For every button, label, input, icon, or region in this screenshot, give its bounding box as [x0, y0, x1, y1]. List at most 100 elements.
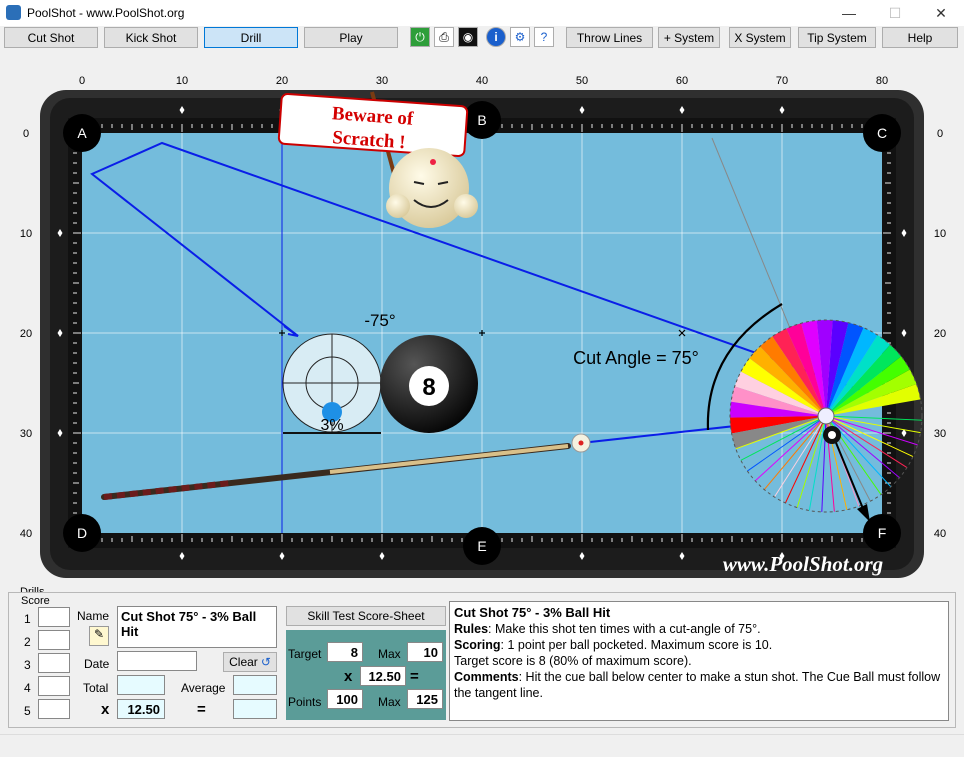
y-axis-ruler-right: 0 10 20 30 40 — [934, 128, 946, 540]
score-input-1[interactable] — [38, 607, 70, 627]
equals-symbol-2: = — [410, 668, 419, 685]
y-tick-label: 30 — [934, 428, 946, 440]
info-icon[interactable]: i — [486, 27, 506, 47]
y-tick-label: 0 — [937, 128, 943, 140]
y-tick-label: 30 — [20, 428, 32, 440]
date-field[interactable] — [117, 651, 197, 671]
play-button[interactable]: Play — [304, 27, 398, 48]
score-row-label-1: 1 — [24, 612, 31, 626]
plus-system-button[interactable]: + System — [658, 27, 720, 48]
multiply-symbol: x — [101, 701, 110, 718]
eight-ball-number: 8 — [422, 374, 435, 401]
points-label: Points — [288, 695, 322, 709]
multiplier-field-2[interactable]: 12.50 — [360, 666, 406, 686]
throw-lines-button[interactable]: Throw Lines — [566, 27, 653, 48]
score-input-3[interactable] — [38, 653, 70, 673]
y-tick-label: 10 — [934, 228, 946, 240]
score-row-label-3: 3 — [24, 658, 31, 672]
description-scoring: Scoring: 1 point per ball pocketed. Maxi… — [454, 638, 773, 652]
x-tick-label: 50 — [576, 75, 588, 87]
score-row-label-2: 2 — [24, 635, 31, 649]
multiply-symbol-2: x — [344, 668, 353, 685]
pocket-label: A — [77, 125, 87, 141]
window-title: PoolShot - www.PoolShot.org — [27, 6, 185, 20]
minimize-button[interactable]: — — [826, 0, 872, 26]
date-label: Date — [84, 657, 110, 671]
gear-icon[interactable]: ⚙ — [510, 27, 530, 47]
kick-shot-button[interactable]: Kick Shot — [104, 27, 198, 48]
clear-label: Clear — [229, 655, 258, 669]
y-axis-ruler-left: 0 10 20 30 40 — [20, 128, 32, 540]
y-tick-label: 0 — [23, 128, 29, 140]
x-tick-label: 70 — [776, 75, 788, 87]
description-rules: Rules: Make this shot ten times with a c… — [454, 622, 761, 636]
tip-system-button[interactable]: Tip System — [798, 27, 876, 48]
toolbar: Cut Shot Kick Shot Drill Play ⏻ ⎙ ◉ i ⚙ … — [0, 26, 964, 52]
total-field — [117, 675, 165, 695]
max-field[interactable]: 10 — [407, 642, 443, 662]
target-field[interactable]: 8 — [327, 642, 363, 662]
x-tick-label: 10 — [176, 75, 188, 87]
score-input-2[interactable] — [38, 630, 70, 650]
x-tick-label: 20 — [276, 75, 288, 87]
app-icon — [6, 5, 21, 20]
x-tick-label: 0 — [79, 75, 85, 87]
points-field[interactable]: 100 — [327, 689, 363, 709]
description-title: Cut Shot 75° - 3% Ball Hit — [454, 605, 611, 620]
x-system-button[interactable]: X System — [729, 27, 791, 48]
title-bar: PoolShot - www.PoolShot.org — ☐ ✕ — [0, 0, 964, 27]
pool-table[interactable]: 0 10 20 30 40 50 60 70 80 0 10 20 30 40 0 10 20 30 40 A B… — [0, 52, 964, 590]
drill-button[interactable]: Drill — [204, 27, 298, 48]
score-label: Score — [21, 595, 50, 607]
multiplier-field: 12.50 — [117, 699, 165, 719]
clear-button[interactable]: Clear ↺ — [223, 652, 277, 672]
average-label: Average — [181, 681, 226, 695]
help-button[interactable]: Help — [882, 27, 958, 48]
watermark: www.PoolShot.org — [723, 552, 883, 576]
equals-symbol: = — [197, 701, 206, 718]
notepad-icon[interactable]: ✎ — [89, 626, 109, 646]
x-tick-label: 40 — [476, 75, 488, 87]
x-tick-label: 80 — [876, 75, 888, 87]
description-comments: Comments: Hit the cue ball below center … — [454, 670, 941, 700]
target-panel: Target 8 Max 10 x 12.50 = Points 100 Max… — [286, 630, 446, 720]
result-field — [233, 699, 277, 719]
max-label: Max — [378, 647, 401, 661]
x-tick-label: 30 — [376, 75, 388, 87]
printer-icon[interactable]: ⎙ — [434, 27, 454, 47]
pocket-label: F — [878, 525, 887, 541]
target-label: Target — [288, 647, 322, 661]
x-tick-label: 60 — [676, 75, 688, 87]
name-label: Name — [77, 609, 110, 623]
max2-field[interactable]: 125 — [407, 689, 443, 709]
score-row-label-5: 5 — [24, 704, 31, 718]
y-tick-label: 20 — [20, 328, 32, 340]
cut-shot-button[interactable]: Cut Shot — [4, 27, 98, 48]
maximize-button[interactable]: ☐ — [872, 0, 918, 26]
camera-icon[interactable]: ◉ — [458, 27, 478, 47]
average-field — [233, 675, 277, 695]
max2-label: Max — [378, 695, 401, 709]
skill-test-score-sheet-button[interactable]: Skill Test Score-Sheet — [286, 606, 446, 626]
close-button[interactable]: ✕ — [918, 0, 964, 26]
percent-label: 3% — [320, 417, 343, 434]
y-tick-label: 10 — [20, 228, 32, 240]
score-input-4[interactable] — [38, 676, 70, 696]
y-tick-label: 40 — [20, 528, 32, 540]
pocket-label: D — [77, 525, 87, 541]
object-ball-spot — [828, 431, 836, 439]
status-bar — [0, 734, 964, 757]
total-label: Total — [83, 681, 109, 695]
undo-icon: ↺ — [260, 655, 271, 669]
y-tick-label: 20 — [934, 328, 946, 340]
drill-name-field[interactable]: Cut Shot 75° - 3% Ball Hit — [117, 606, 277, 648]
power-icon[interactable]: ⏻ — [410, 27, 430, 47]
pocket-label: E — [477, 538, 486, 554]
pocket-label: B — [477, 112, 486, 128]
ghost-ball-small — [817, 407, 835, 425]
cut-angle-label: Cut Angle = 75° — [573, 348, 699, 368]
drill-description: Cut Shot 75° - 3% Ball Hit Rules: Make t… — [449, 601, 949, 721]
help-doc-icon[interactable]: ? — [534, 27, 554, 47]
description-target: Target score is 8 (80% of maximum score)… — [454, 654, 692, 668]
score-input-5[interactable] — [38, 699, 70, 719]
